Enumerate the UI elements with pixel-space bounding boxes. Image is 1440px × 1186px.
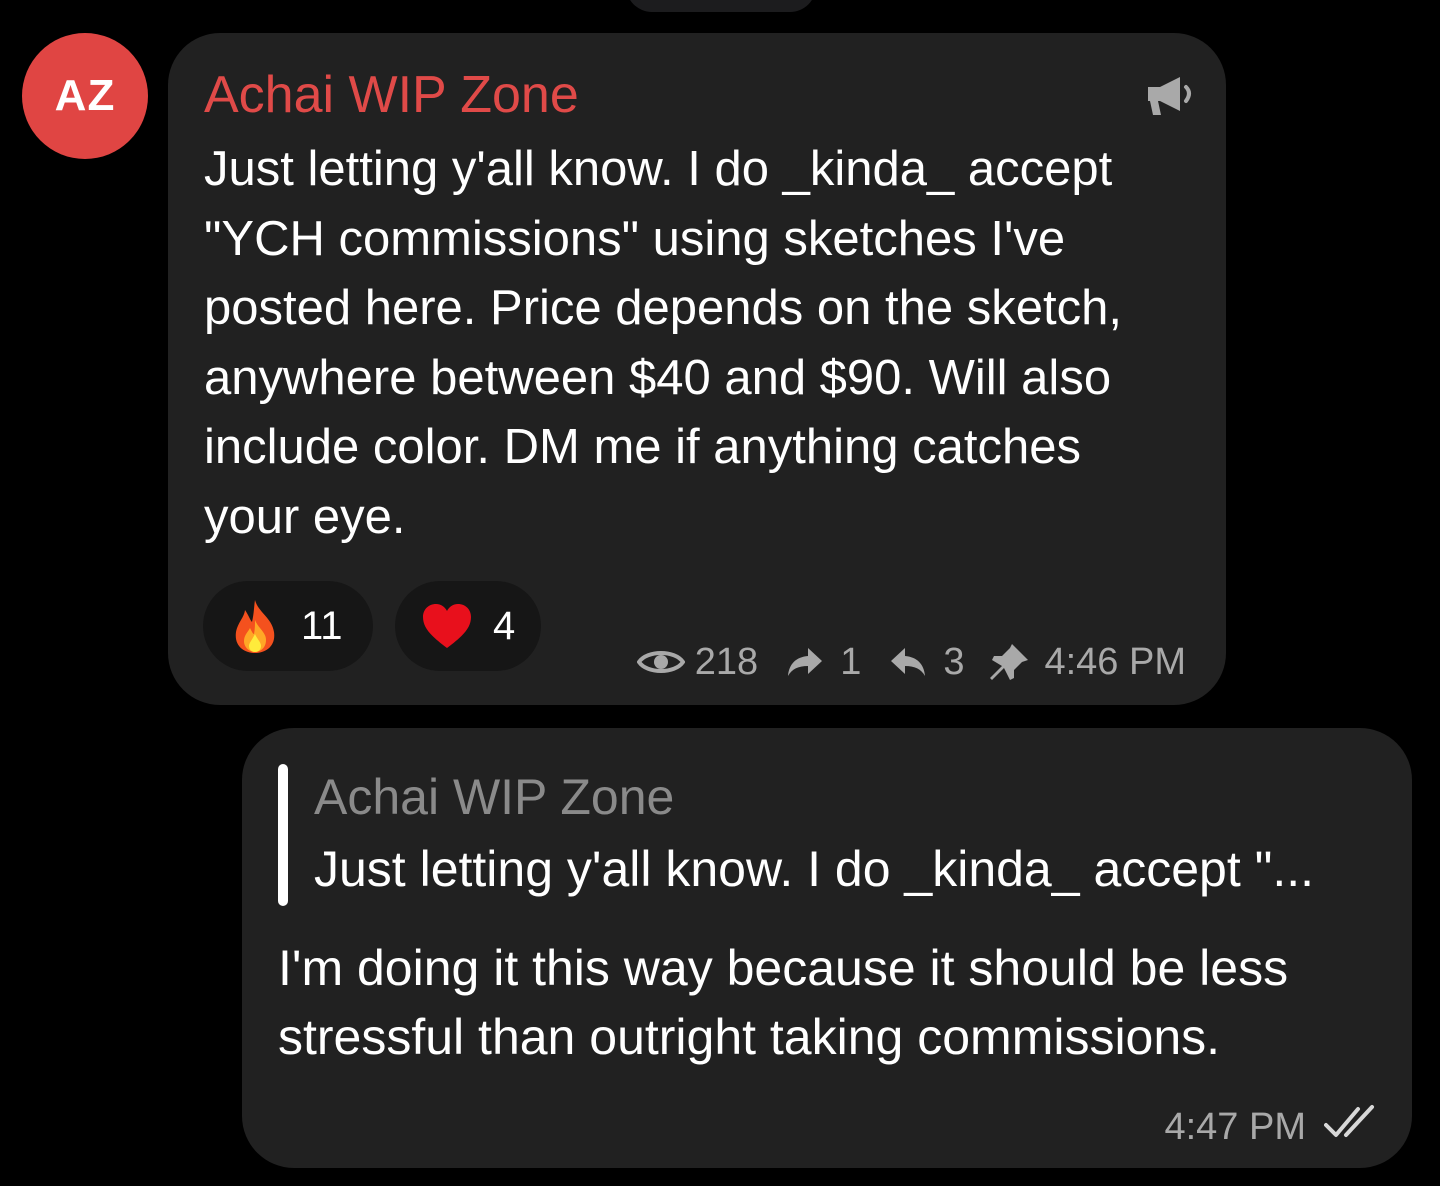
megaphone-icon — [1146, 73, 1196, 117]
avatar-initials: AZ — [54, 71, 116, 120]
channel-name[interactable]: Achai WIP Zone — [204, 65, 579, 125]
view-count: 218 — [694, 640, 759, 683]
message-time: 4:46 PM — [1044, 640, 1186, 683]
message-time: 4:47 PM — [1164, 1105, 1306, 1148]
message-meta: 218 1 3 4:46 PM — [636, 637, 1186, 687]
date-pill — [626, 0, 816, 12]
outgoing-message-bubble[interactable]: Achai WIP Zone Just letting y'all know. … — [242, 728, 1412, 1168]
pin-icon — [988, 642, 1030, 682]
reply-icon — [889, 646, 927, 678]
incoming-message-bubble[interactable]: Achai WIP Zone Just letting y'all know. … — [168, 33, 1226, 705]
reply-count: 3 — [943, 640, 965, 683]
red-heart-icon — [421, 598, 473, 654]
message-text: I'm doing it this way because it should … — [278, 940, 1289, 1065]
reaction-count: 11 — [301, 603, 343, 648]
forward-count: 1 — [840, 640, 862, 683]
message-meta: 4:47 PM — [1164, 1102, 1382, 1152]
reaction-heart[interactable]: 4 — [395, 581, 541, 671]
eye-icon — [636, 645, 685, 679]
quoted-text[interactable]: Just letting y'all know. I do _kinda_ ac… — [314, 840, 1374, 898]
chat-screen: AZ Achai WIP Zone Just letting y'all kno… — [0, 0, 1440, 1186]
message-text: Just letting y'all know. I do _kinda_ ac… — [204, 142, 1122, 544]
forward-icon — [786, 646, 824, 678]
quote-bar — [278, 764, 288, 906]
reaction-fire[interactable]: 11 — [203, 581, 373, 671]
double-check-icon — [1324, 1103, 1382, 1151]
reaction-count: 4 — [493, 603, 516, 648]
quoted-author[interactable]: Achai WIP Zone — [314, 768, 674, 826]
avatar[interactable]: AZ — [22, 33, 148, 159]
fire-icon — [229, 598, 281, 654]
